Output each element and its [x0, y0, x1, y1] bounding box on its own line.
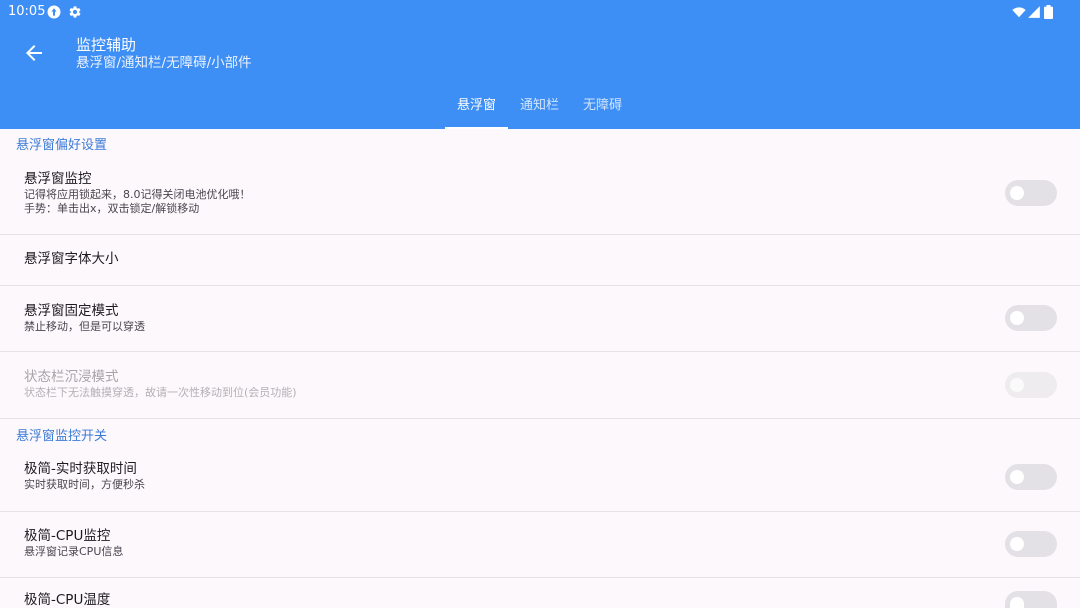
page-title: 监控辅助 [76, 36, 137, 54]
fixed-mode-switch[interactable] [1005, 305, 1057, 331]
section-header-text: 悬浮窗偏好设置 [16, 138, 108, 153]
pref-summary: 悬浮窗记录CPU信息 [24, 545, 124, 558]
pref-font-size[interactable]: 悬浮窗字体大小 [0, 235, 1080, 286]
status-time: 10:05 [8, 4, 46, 19]
pref-title: 极简-实时获取时间 [24, 461, 137, 477]
tab-label: 无障碍 [582, 98, 622, 113]
tab-notification-bar[interactable]: 通知栏 [508, 92, 571, 129]
cpu-temperature-switch[interactable] [1005, 591, 1057, 608]
switch-knob [1010, 311, 1024, 325]
notification-icon [47, 5, 61, 19]
switch-knob [1010, 597, 1024, 608]
pref-floating-monitor[interactable]: 悬浮窗监控 记得将应用锁起来，8.0记得关闭电池优化哦！ 手势：单击出x，双击锁… [0, 161, 1080, 235]
tab-accessibility[interactable]: 无障碍 [571, 92, 634, 129]
pref-summary: 实时获取时间，方便秒杀 [24, 478, 145, 491]
pref-fixed-mode[interactable]: 悬浮窗固定模式 禁止移动，但是可以穿透 [0, 286, 1080, 352]
pref-title: 极简-CPU温度 [24, 592, 111, 608]
pref-cpu-temperature[interactable]: 极简-CPU温度 [0, 578, 1080, 608]
signal-icon [1027, 5, 1041, 19]
switch-knob [1010, 186, 1024, 200]
arrow-back-icon [26, 45, 42, 61]
pref-summary: 状态栏下无法触摸穿透，故请一次性移动到位(会员功能) [24, 386, 297, 399]
switch-knob [1010, 470, 1024, 484]
section-header-monitor-switches: 悬浮窗监控开关 [0, 419, 1080, 445]
wifi-icon [1011, 5, 1027, 19]
tab-floating-window[interactable]: 悬浮窗 [445, 92, 508, 129]
tab-label: 通知栏 [519, 98, 559, 113]
section-header-text: 悬浮窗监控开关 [16, 429, 108, 444]
floating-monitor-switch[interactable] [1005, 180, 1057, 206]
switch-knob [1010, 537, 1024, 551]
switch-knob [1010, 378, 1024, 392]
pref-title: 悬浮窗监控 [24, 171, 92, 187]
back-button[interactable] [22, 41, 46, 65]
pref-title: 状态栏沉浸模式 [24, 369, 119, 385]
tab-bar: 悬浮窗 通知栏 无障碍 [445, 92, 634, 129]
page-subtitle: 悬浮窗/通知栏/无障碍/小部件 [76, 55, 252, 71]
app-header: 10:05 监控辅助 悬浮窗/通知栏/无障碍/小部件 悬浮窗 通知栏 无障碍 [0, 0, 1080, 129]
settings-icon [68, 5, 82, 19]
cpu-monitor-switch[interactable] [1005, 531, 1057, 557]
pref-immersive-status-bar: 状态栏沉浸模式 状态栏下无法触摸穿透，故请一次性移动到位(会员功能) [0, 352, 1080, 419]
pref-cpu-monitor[interactable]: 极简-CPU监控 悬浮窗记录CPU信息 [0, 512, 1080, 578]
pref-summary: 禁止移动，但是可以穿透 [24, 320, 145, 333]
battery-icon [1043, 5, 1054, 19]
pref-summary: 记得将应用锁起来，8.0记得关闭电池优化哦！ [24, 188, 251, 201]
pref-title: 极简-CPU监控 [24, 528, 111, 544]
pref-title: 悬浮窗字体大小 [24, 251, 119, 267]
immersive-mode-switch [1005, 372, 1057, 398]
pref-summary: 手势：单击出x，双击锁定/解锁移动 [24, 202, 200, 215]
status-bar: 10:05 [0, 0, 1080, 24]
tab-label: 悬浮窗 [456, 98, 496, 113]
pref-title: 悬浮窗固定模式 [24, 303, 119, 319]
pref-realtime-clock[interactable]: 极简-实时获取时间 实时获取时间，方便秒杀 [0, 445, 1080, 512]
section-header-preferences: 悬浮窗偏好设置 [0, 129, 1080, 161]
realtime-clock-switch[interactable] [1005, 464, 1057, 490]
